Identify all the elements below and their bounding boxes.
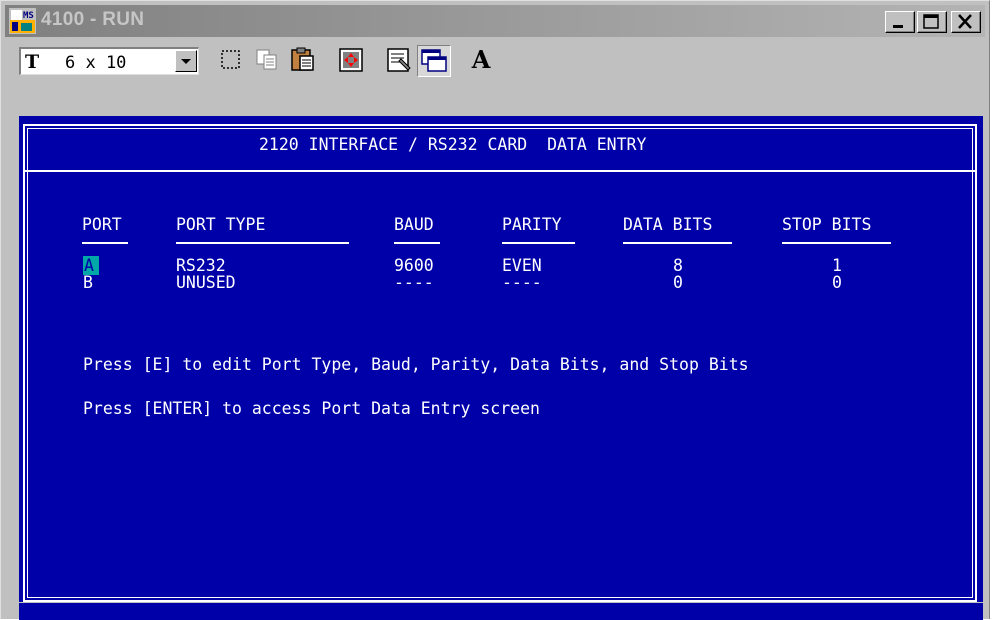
copy-button[interactable] (251, 45, 285, 77)
dos-app-icon[interactable]: MS (9, 8, 36, 34)
properties-button[interactable] (383, 45, 417, 77)
mark-button[interactable] (215, 45, 249, 77)
screen-title: 2120 INTERFACE / RS232 CARD DATA ENTRY (259, 135, 647, 154)
column-header-data-bits: DATA BITS (623, 215, 713, 234)
header-underline (82, 242, 128, 244)
svg-text:MS: MS (23, 11, 34, 21)
column-header-stop-bits: STOP BITS (782, 215, 872, 234)
copy-icon (256, 49, 277, 70)
paste-button[interactable] (287, 45, 321, 77)
title-divider (25, 170, 975, 172)
background-icon (421, 49, 447, 72)
dos-window: MS 4100 - RUN T 6 x 10 A 2120 INTERFACE … (0, 0, 990, 620)
background-button[interactable] (417, 45, 451, 77)
port-type-cell[interactable]: UNUSED (176, 273, 236, 292)
header-underline (394, 242, 440, 244)
combo-dropdown-button[interactable] (175, 50, 197, 72)
column-header-port: PORT (82, 215, 122, 234)
minimize-button[interactable] (885, 11, 915, 33)
close-icon (958, 14, 972, 29)
header-underline (502, 242, 575, 244)
full-screen-icon (339, 48, 363, 72)
header-underline (782, 242, 891, 244)
truetype-icon: T (25, 51, 40, 73)
stop-bits-cell[interactable]: 0 (832, 273, 842, 292)
window-title: 4100 - RUN (41, 9, 145, 30)
font-size-combo[interactable]: T 6 x 10 (19, 47, 199, 75)
maximize-button[interactable] (917, 11, 947, 33)
column-header-parity: PARITY (502, 215, 562, 234)
toolbar: T 6 x 10 A (5, 39, 985, 77)
console-screen[interactable]: 2120 INTERFACE / RS232 CARD DATA ENTRY P… (19, 116, 983, 620)
header-underline (623, 242, 732, 244)
port-cell[interactable]: B (83, 273, 93, 292)
header-underline (176, 242, 349, 244)
minimize-icon (893, 25, 903, 28)
paste-icon (291, 47, 314, 71)
column-header-baud: BAUD (394, 215, 434, 234)
font-button[interactable]: A (465, 45, 499, 77)
mark-icon (221, 50, 240, 69)
baud-cell[interactable]: ---- (394, 273, 434, 292)
chevron-down-icon (181, 59, 191, 64)
properties-icon (387, 48, 411, 72)
full-screen-button[interactable] (335, 45, 369, 77)
status-line (19, 603, 983, 620)
column-header-port-type: PORT TYPE (176, 215, 266, 234)
help-text-edit: Press [E] to edit Port Type, Baud, Parit… (83, 355, 749, 374)
font-size-value: 6 x 10 (65, 53, 127, 73)
font-icon: A (471, 45, 491, 74)
data-bits-cell[interactable]: 0 (673, 273, 683, 292)
maximize-icon (923, 14, 939, 29)
help-text-enter: Press [ENTER] to access Port Data Entry … (83, 399, 540, 418)
parity-cell[interactable]: ---- (502, 273, 542, 292)
close-button[interactable] (951, 11, 981, 33)
title-bar[interactable]: MS 4100 - RUN (5, 5, 985, 37)
